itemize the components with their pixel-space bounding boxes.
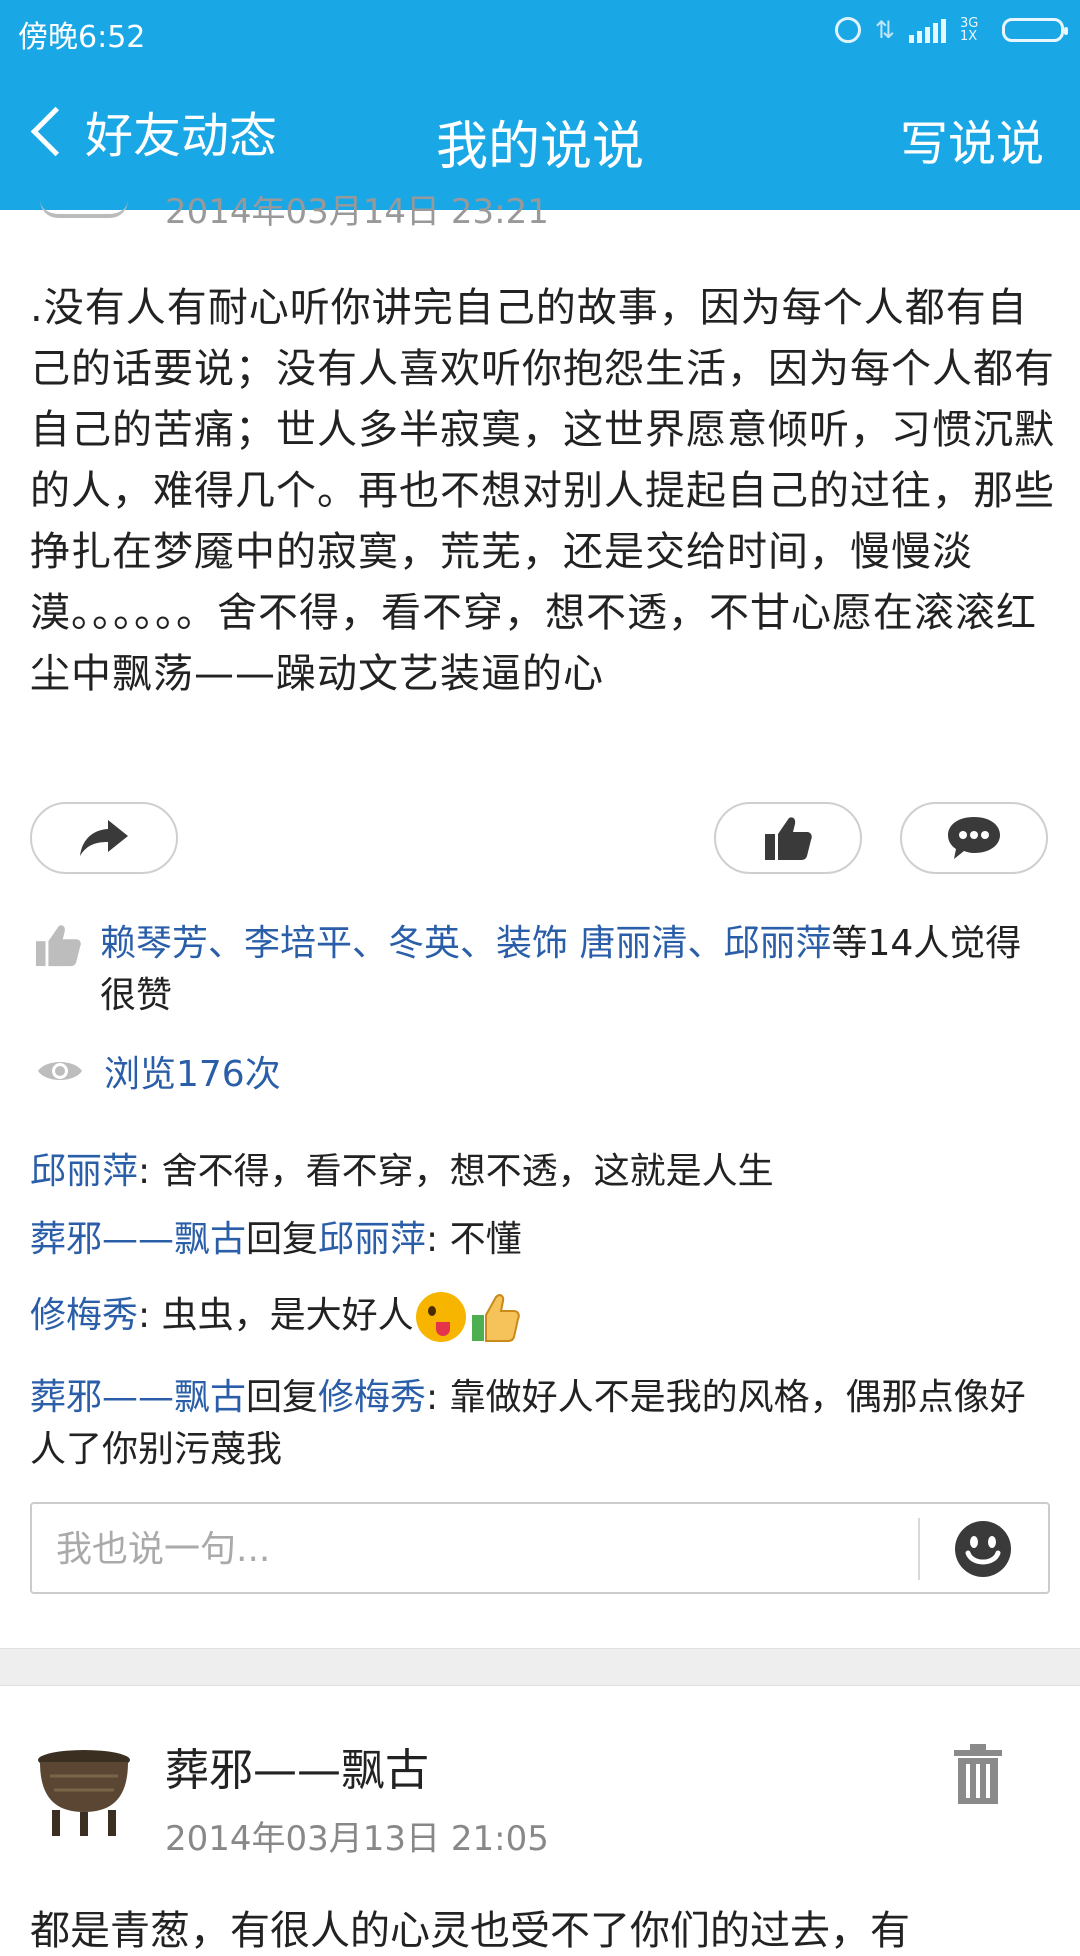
comment-item: 邱丽萍: 舍不得，看不穿，想不透，这就是人生 — [30, 1151, 774, 1192]
post-separator — [0, 1648, 1080, 1686]
status-icons: ⇅ 3G 1X — [834, 12, 1068, 48]
avatar[interactable] — [34, 1746, 134, 1838]
thumbs-up-emoji-icon — [471, 1294, 520, 1342]
eye-icon — [38, 1062, 82, 1080]
reply-box — [30, 1502, 1050, 1594]
comment-button[interactable] — [900, 802, 1048, 874]
comment-item: 葬邪——飘古回复邱丽萍: 不懂 — [30, 1219, 522, 1260]
comment-author[interactable]: 葬邪——飘古 — [30, 1219, 246, 1260]
signal-icon — [909, 17, 946, 43]
share-button[interactable] — [30, 802, 178, 874]
thumbs-up-icon — [35, 925, 81, 967]
comment-author[interactable]: 葬邪——飘古 — [30, 1377, 246, 1418]
post-content: .没有人有耐心听你讲完自己的故事，因为每个人都有自己的话要说；没有人喜欢听你抱怨… — [30, 285, 1055, 697]
divider — [918, 1518, 920, 1580]
comment-item: 葬邪——飘古回复修梅秀: 靠做好人不是我的风格，偶那点像好人了你别污蔑我 — [30, 1377, 1026, 1470]
post-author[interactable]: 葬邪——飘古 — [165, 1734, 429, 1798]
trash-icon[interactable] — [952, 1744, 1004, 1804]
alarm-icon — [834, 17, 861, 43]
comment-text: 不懂 — [449, 1219, 522, 1260]
winking-tongue-emoji-icon — [415, 1292, 466, 1342]
views-count[interactable]: 浏览176次 — [36, 1045, 281, 1097]
post-time: 2014年03月13日 21:05 — [165, 1819, 549, 1859]
reply-target[interactable]: 邱丽萍 — [318, 1219, 426, 1260]
nav-bar: 好友动态 我的说说 写说说 — [0, 60, 1080, 210]
post-content-preview: 都是青葱，有很人的心灵也受不了你们的过去，有 — [30, 1908, 910, 1954]
avatar[interactable] — [40, 200, 128, 218]
post-time: 2014年03月14日 23:21 — [165, 196, 549, 230]
like-button[interactable] — [714, 802, 862, 874]
status-bar: 傍晚6:52 ⇅ 3G 1X — [0, 0, 1080, 60]
thumbs-up-icon — [765, 817, 812, 860]
comment-bubble-icon — [948, 817, 1000, 859]
views-label: 浏览176次 — [104, 1054, 281, 1095]
comment-text: 虫虫，是大好人 — [161, 1295, 414, 1336]
smiley-icon[interactable] — [954, 1520, 1012, 1578]
reply-input[interactable] — [54, 1522, 918, 1576]
write-post-button[interactable]: 写说说 — [900, 104, 1044, 174]
comment-text: 舍不得，看不穿，想不透，这就是人生 — [161, 1151, 774, 1192]
liker-names[interactable]: 赖琴芳、李培平、冬英、装饰 唐丽清、邱丽萍 — [100, 923, 831, 964]
comment-item: 修梅秀: 虫虫，是大好人 — [30, 1290, 1050, 1343]
likes-summary: 赖琴芳、李培平、冬英、装饰 唐丽清、邱丽萍等14人觉得很赞 — [32, 918, 1052, 1022]
data-transfer-icon: ⇅ — [874, 16, 895, 44]
comment-author[interactable]: 修梅秀 — [30, 1295, 138, 1336]
reply-target[interactable]: 修梅秀 — [318, 1377, 426, 1418]
comment-author[interactable]: 邱丽萍 — [30, 1151, 138, 1192]
battery-icon — [1002, 18, 1068, 42]
network-type: 3G 1X — [960, 16, 979, 44]
status-time: 傍晚6:52 — [18, 20, 146, 55]
share-arrow-icon — [80, 820, 128, 856]
